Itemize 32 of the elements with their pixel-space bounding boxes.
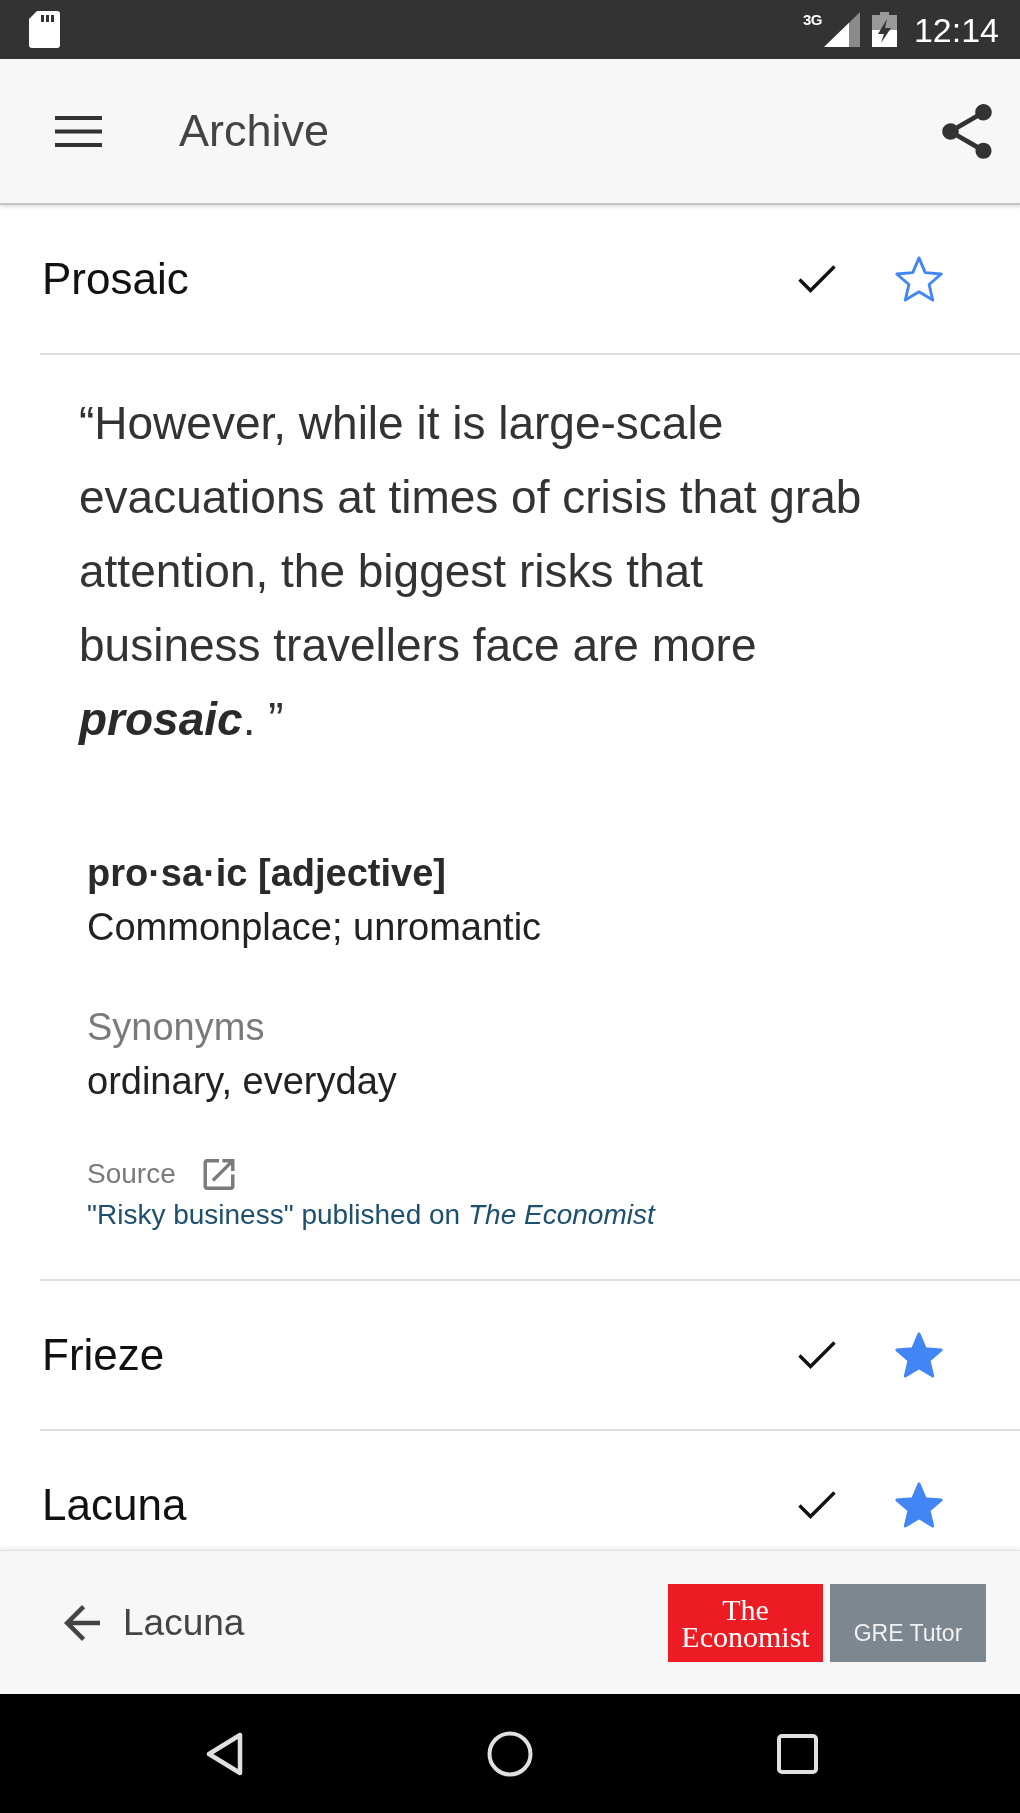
star-icon[interactable] — [895, 1482, 943, 1528]
share-icon[interactable] — [942, 103, 992, 159]
word-title[interactable]: Prosaic — [42, 256, 189, 302]
check-icon[interactable] — [797, 264, 837, 294]
signal-icon — [823, 12, 860, 47]
external-link-icon[interactable] — [202, 1158, 235, 1190]
recents-icon[interactable] — [777, 1733, 818, 1774]
brand-logo: The Economist — [668, 1583, 823, 1662]
app-title: Archive — [179, 105, 330, 157]
check-icon[interactable] — [797, 1340, 837, 1370]
definition-text: Commonplace; unromantic — [87, 905, 542, 950]
home-icon[interactable] — [487, 1730, 533, 1777]
check-icon[interactable] — [797, 1490, 837, 1520]
back-icon[interactable] — [205, 1731, 243, 1776]
star-icon[interactable] — [895, 1332, 943, 1378]
sd-card-icon — [29, 11, 60, 48]
source-link[interactable]: "Risky business" published on The Economist — [87, 1196, 655, 1234]
back-arrow-icon[interactable] — [64, 1604, 100, 1641]
quote-text: “However, while it is large-scale evacuations at times of crisis that grab attention, the biggest risks that business travellers face are more prosaic. ” — [79, 396, 863, 747]
menu-icon[interactable] — [55, 115, 102, 147]
previous-word-button[interactable]: Lacuna — [64, 1600, 245, 1645]
network-type: 3G — [802, 11, 822, 28]
star-icon[interactable] — [895, 256, 943, 302]
headword: pro·sa·ic [adjective] — [87, 851, 446, 896]
battery-icon — [871, 12, 897, 47]
status-time: 12:14 — [913, 9, 999, 50]
word-title[interactable]: Frieze — [42, 1332, 165, 1378]
source-label: Source — [87, 1157, 176, 1191]
word-title[interactable]: Lacuna — [42, 1482, 187, 1528]
synonyms-text: ordinary, everyday — [87, 1059, 397, 1104]
app-name-tile: GRE Tutor — [830, 1583, 986, 1662]
synonyms-label: Synonyms — [87, 1005, 265, 1050]
